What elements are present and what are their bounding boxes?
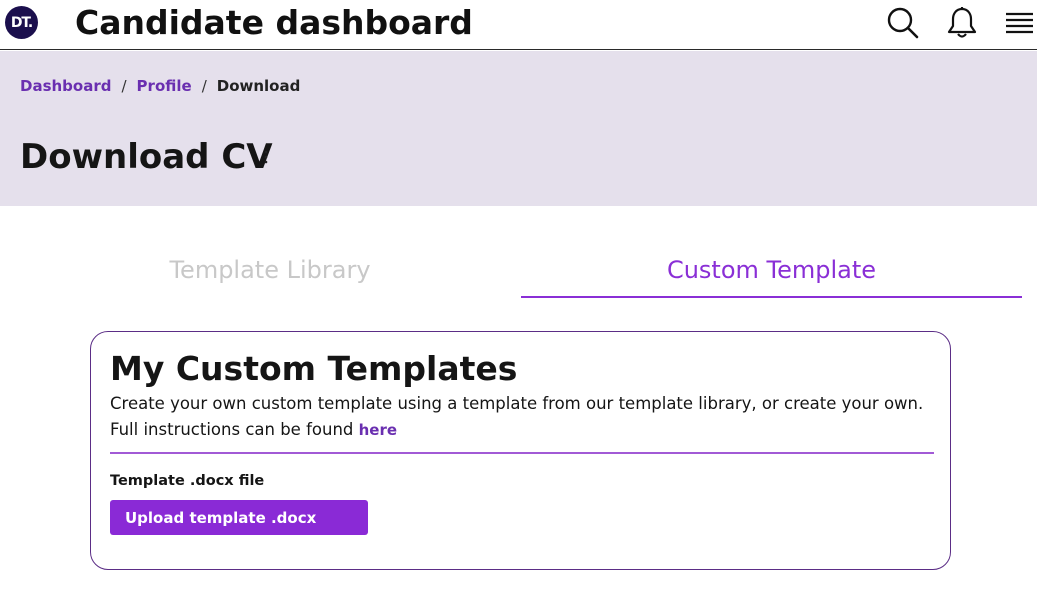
breadcrumb-dashboard-link[interactable]: Dashboard [20, 77, 111, 95]
search-icon[interactable] [886, 6, 920, 40]
app-title: Candidate dashboard [75, 3, 473, 42]
page-header: Dashboard / Profile / Download Download CV [0, 51, 1037, 206]
more-options-icon[interactable] [262, 150, 270, 164]
instructions-link[interactable]: here [359, 421, 397, 439]
bell-icon[interactable] [945, 6, 979, 40]
breadcrumb-separator: / [121, 77, 127, 95]
menu-icon[interactable] [1002, 6, 1036, 40]
upload-template-button[interactable]: Upload template .docx [110, 500, 368, 535]
dt-logo[interactable]: DT. [5, 6, 38, 39]
breadcrumb-current: Download [216, 77, 301, 95]
breadcrumb: Dashboard / Profile / Download [20, 77, 300, 95]
breadcrumb-profile-link[interactable]: Profile [137, 77, 192, 95]
card-instructions: Full instructions can be found here [110, 420, 397, 439]
tab-custom-template[interactable]: Custom Template [521, 246, 1022, 298]
page-title: Download CV [20, 137, 273, 177]
card-description: Create your own custom template using a … [110, 394, 924, 413]
card-title: My Custom Templates [110, 349, 518, 388]
custom-templates-card: My Custom Templates Create your own cust… [90, 331, 951, 570]
template-file-label: Template .docx file [110, 473, 265, 489]
tab-template-library[interactable]: Template Library [20, 246, 520, 298]
top-bar: DT. Candidate dashboard [0, 0, 1037, 50]
instructions-text: Full instructions can be found [110, 420, 354, 439]
breadcrumb-separator: / [201, 77, 207, 95]
card-divider [110, 452, 934, 454]
